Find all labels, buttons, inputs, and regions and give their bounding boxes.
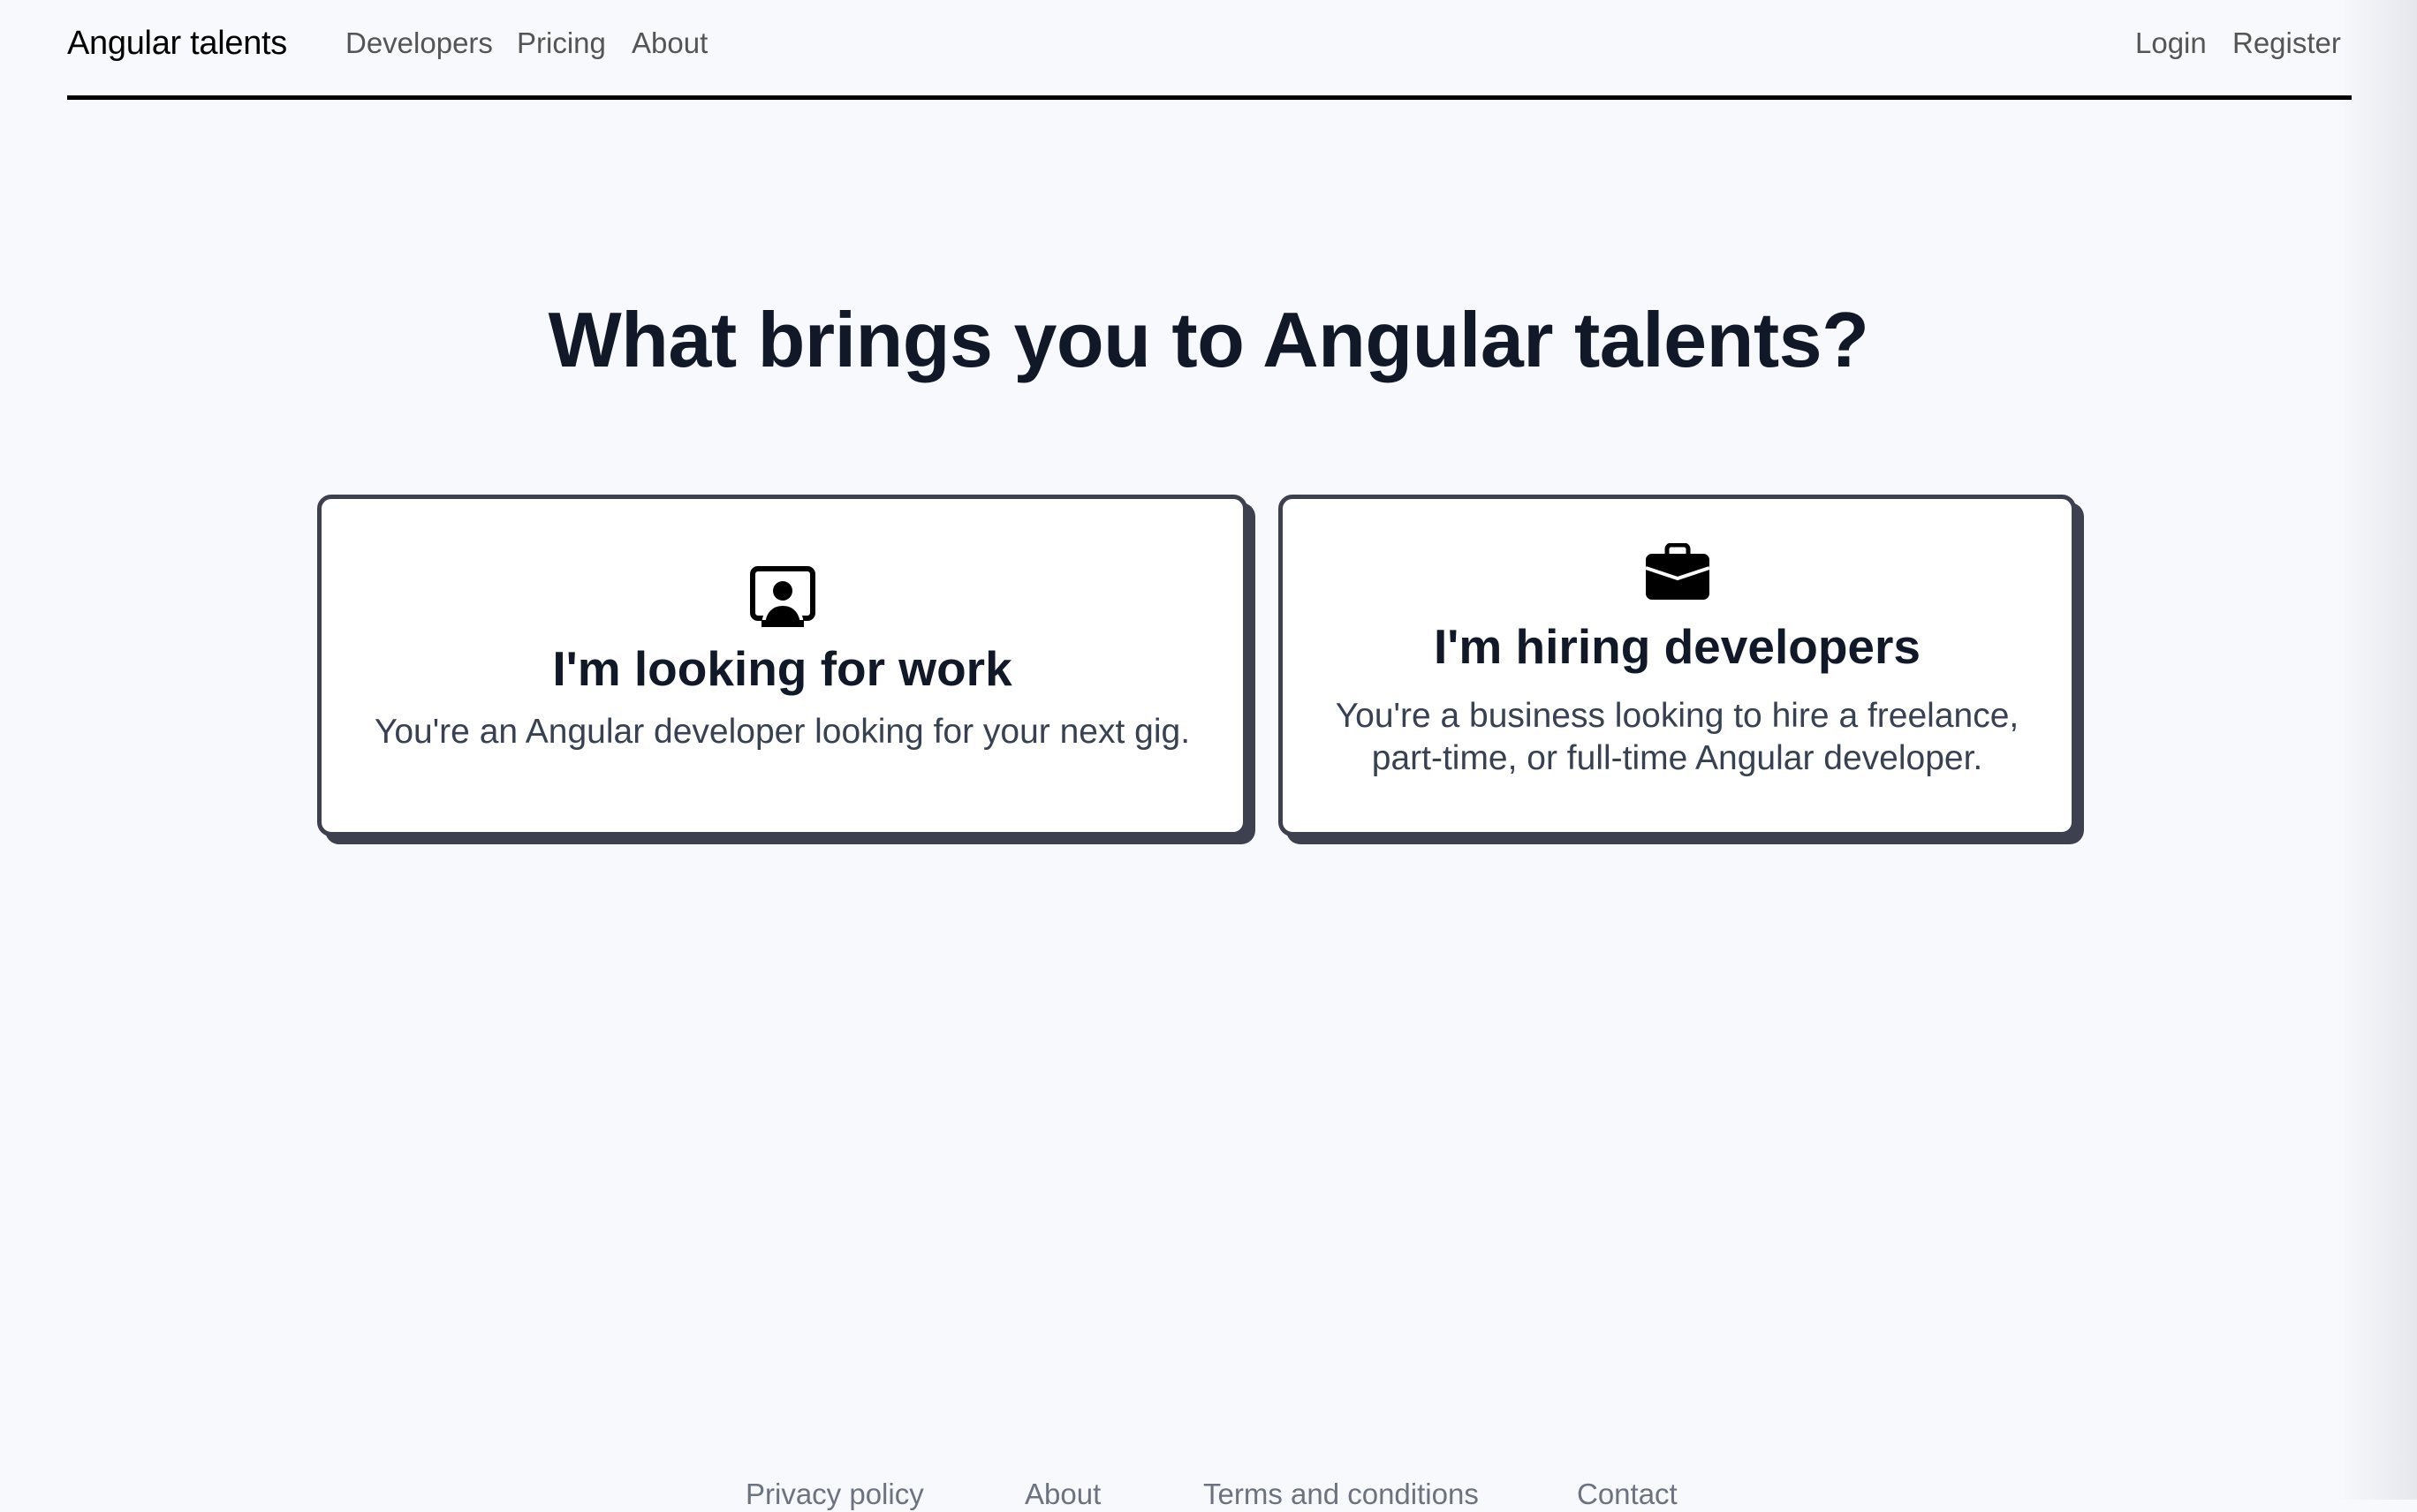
card-heading: I'm hiring developers (1434, 619, 1921, 674)
briefcase-icon (1644, 543, 1710, 600)
login-link[interactable]: Login (2135, 26, 2207, 61)
nav-link-about[interactable]: About (632, 26, 708, 61)
card-description: You're an Angular developer looking for … (374, 713, 1191, 751)
site-header: Angular talents Developers Pricing About… (67, 0, 2352, 100)
looking-for-work-card[interactable]: I'm looking for work You're an Angular d… (317, 495, 1247, 836)
nav-link-developers[interactable]: Developers (345, 26, 493, 61)
footer-link-terms[interactable]: Terms and conditions (1203, 1477, 1479, 1512)
page-title: What brings you to Angular talents? (548, 296, 1869, 383)
brand-logo-link[interactable]: Angular talents (67, 23, 287, 64)
footer-link-contact[interactable]: Contact (1577, 1477, 1678, 1512)
footer-link-about[interactable]: About (1025, 1477, 1101, 1512)
hiring-developers-card[interactable]: I'm hiring developers You're a business … (1278, 495, 2076, 836)
person-video-icon (749, 566, 815, 627)
card-heading: I'm looking for work (552, 641, 1012, 696)
footer-link-privacy-policy[interactable]: Privacy policy (746, 1477, 924, 1512)
page-edge-shadow (2337, 0, 2417, 1500)
card-description: You're a business looking to hire a free… (1335, 697, 2019, 777)
register-link[interactable]: Register (2232, 26, 2341, 61)
nav-link-pricing[interactable]: Pricing (517, 26, 606, 61)
